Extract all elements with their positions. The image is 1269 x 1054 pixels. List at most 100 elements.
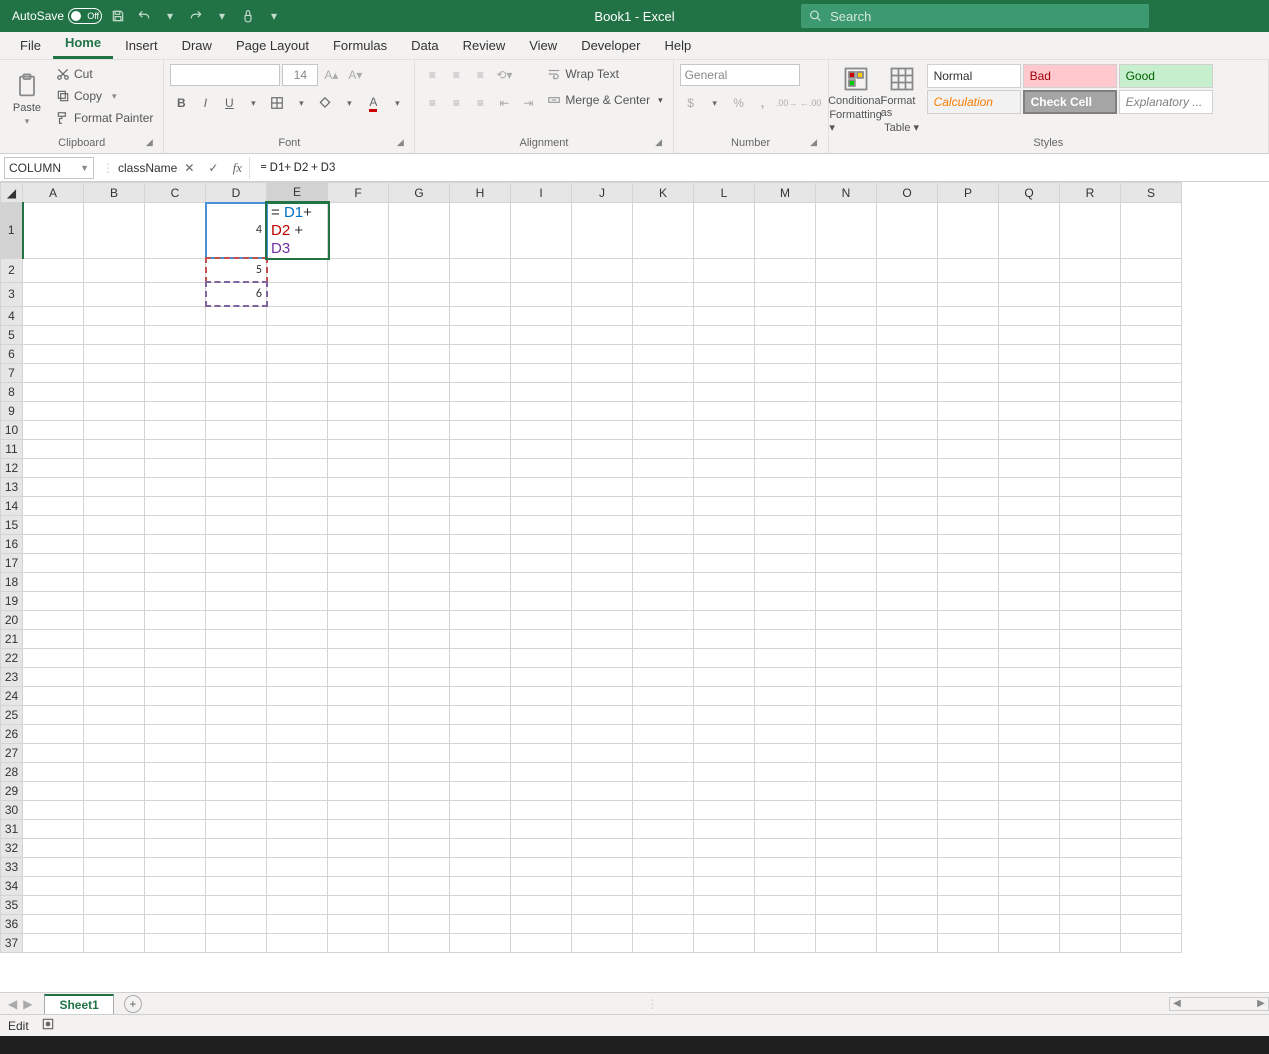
cell-P23[interactable] xyxy=(938,667,999,686)
cell-M3[interactable] xyxy=(755,282,816,306)
shrink-font-icon[interactable]: A▾ xyxy=(344,64,366,86)
cell-B31[interactable] xyxy=(84,819,145,838)
cell-L17[interactable] xyxy=(694,553,755,572)
cell-M31[interactable] xyxy=(755,819,816,838)
cell-D19[interactable] xyxy=(206,591,267,610)
borders-dropdown[interactable]: ▾ xyxy=(290,92,312,114)
cell-J31[interactable] xyxy=(572,819,633,838)
cell-P26[interactable] xyxy=(938,724,999,743)
cell-P5[interactable] xyxy=(938,325,999,344)
cell-K1[interactable] xyxy=(633,203,694,259)
cell-L16[interactable] xyxy=(694,534,755,553)
cell-M15[interactable] xyxy=(755,515,816,534)
cut-button[interactable]: Cut xyxy=(52,64,157,84)
cell-L19[interactable] xyxy=(694,591,755,610)
cell-Q32[interactable] xyxy=(999,838,1060,857)
cell-A8[interactable] xyxy=(23,382,84,401)
cell-D23[interactable] xyxy=(206,667,267,686)
cell-Q34[interactable] xyxy=(999,876,1060,895)
cell-F19[interactable] xyxy=(328,591,389,610)
cell-E27[interactable] xyxy=(267,743,328,762)
sheet-nav-next-icon[interactable]: ▶ xyxy=(23,997,32,1011)
cell-I26[interactable] xyxy=(511,724,572,743)
cell-H15[interactable] xyxy=(450,515,511,534)
cell-S34[interactable] xyxy=(1121,876,1182,895)
cell-F32[interactable] xyxy=(328,838,389,857)
tab-insert[interactable]: Insert xyxy=(113,34,170,59)
cell-I31[interactable] xyxy=(511,819,572,838)
cell-S28[interactable] xyxy=(1121,762,1182,781)
cell-A10[interactable] xyxy=(23,420,84,439)
cell-P16[interactable] xyxy=(938,534,999,553)
cell-I4[interactable] xyxy=(511,306,572,325)
cell-D8[interactable] xyxy=(206,382,267,401)
cell-E11[interactable] xyxy=(267,439,328,458)
cell-J4[interactable] xyxy=(572,306,633,325)
cell-F4[interactable] xyxy=(328,306,389,325)
cell-O18[interactable] xyxy=(877,572,938,591)
cell-P32[interactable] xyxy=(938,838,999,857)
cell-A4[interactable] xyxy=(23,306,84,325)
cell-B32[interactable] xyxy=(84,838,145,857)
cell-O30[interactable] xyxy=(877,800,938,819)
row-header-33[interactable]: 33 xyxy=(1,857,23,876)
cell-S7[interactable] xyxy=(1121,363,1182,382)
cell-M32[interactable] xyxy=(755,838,816,857)
cell-R12[interactable] xyxy=(1060,458,1121,477)
merge-center-button[interactable]: Merge & Center▾ xyxy=(543,90,666,110)
cell-G30[interactable] xyxy=(389,800,450,819)
cell-H35[interactable] xyxy=(450,895,511,914)
cell-E21[interactable] xyxy=(267,629,328,648)
cell-R24[interactable] xyxy=(1060,686,1121,705)
cell-L27[interactable] xyxy=(694,743,755,762)
cell-K36[interactable] xyxy=(633,914,694,933)
row-header-16[interactable]: 16 xyxy=(1,534,23,553)
cell-L26[interactable] xyxy=(694,724,755,743)
cell-S3[interactable] xyxy=(1121,282,1182,306)
cell-P3[interactable] xyxy=(938,282,999,306)
fill-color-button[interactable] xyxy=(314,92,336,114)
cell-F22[interactable] xyxy=(328,648,389,667)
row-header-2[interactable]: 2 xyxy=(1,258,23,282)
italic-button[interactable]: I xyxy=(194,92,216,114)
cell-C19[interactable] xyxy=(145,591,206,610)
cell-F25[interactable] xyxy=(328,705,389,724)
cell-I30[interactable] xyxy=(511,800,572,819)
cell-H24[interactable] xyxy=(450,686,511,705)
align-top-icon[interactable]: ≡ xyxy=(421,64,443,86)
cell-O6[interactable] xyxy=(877,344,938,363)
column-header-H[interactable]: H xyxy=(450,183,511,203)
cell-K18[interactable] xyxy=(633,572,694,591)
cell-M18[interactable] xyxy=(755,572,816,591)
cell-N7[interactable] xyxy=(816,363,877,382)
row-header-17[interactable]: 17 xyxy=(1,553,23,572)
cell-O8[interactable] xyxy=(877,382,938,401)
cell-S1[interactable] xyxy=(1121,203,1182,259)
cell-G7[interactable] xyxy=(389,363,450,382)
cell-R22[interactable] xyxy=(1060,648,1121,667)
cell-E17[interactable] xyxy=(267,553,328,572)
cell-Q6[interactable] xyxy=(999,344,1060,363)
cell-K9[interactable] xyxy=(633,401,694,420)
cell-H22[interactable] xyxy=(450,648,511,667)
cell-D18[interactable] xyxy=(206,572,267,591)
cell-K30[interactable] xyxy=(633,800,694,819)
cell-S16[interactable] xyxy=(1121,534,1182,553)
cell-J23[interactable] xyxy=(572,667,633,686)
cell-F36[interactable] xyxy=(328,914,389,933)
style-calculation[interactable]: Calculation xyxy=(927,90,1021,114)
cell-Q20[interactable] xyxy=(999,610,1060,629)
cell-C23[interactable] xyxy=(145,667,206,686)
cell-S14[interactable] xyxy=(1121,496,1182,515)
cell-K15[interactable] xyxy=(633,515,694,534)
cell-A25[interactable] xyxy=(23,705,84,724)
cell-D16[interactable] xyxy=(206,534,267,553)
cell-R14[interactable] xyxy=(1060,496,1121,515)
cell-N28[interactable] xyxy=(816,762,877,781)
cell-J1[interactable] xyxy=(572,203,633,259)
cell-E33[interactable] xyxy=(267,857,328,876)
cell-B24[interactable] xyxy=(84,686,145,705)
cell-S20[interactable] xyxy=(1121,610,1182,629)
cell-P12[interactable] xyxy=(938,458,999,477)
cell-L11[interactable] xyxy=(694,439,755,458)
